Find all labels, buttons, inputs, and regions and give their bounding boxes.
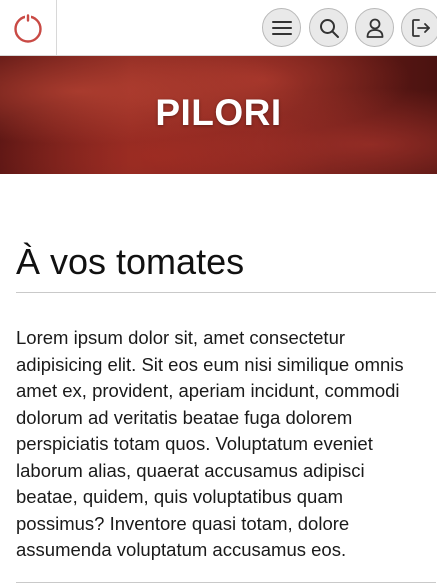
article-heading: À vos tomates — [16, 241, 245, 282]
logo[interactable] — [0, 0, 57, 56]
search-icon — [320, 19, 339, 38]
search-button[interactable] — [309, 8, 348, 47]
logout-icon — [412, 19, 430, 37]
logout-button[interactable] — [401, 8, 437, 47]
hero-title: PILORI — [155, 92, 282, 133]
menu-icon — [272, 21, 292, 35]
user-account-button[interactable] — [355, 8, 394, 47]
article-paragraph: Lorem ipsum dolor sit, amet consectetur … — [16, 327, 404, 560]
power-circle-icon — [14, 14, 42, 43]
menu-button[interactable] — [262, 8, 301, 47]
heading-divider — [16, 292, 436, 293]
user-icon — [366, 18, 384, 38]
hero-banner: PILORI — [0, 56, 437, 174]
top-navigation-bar — [0, 0, 437, 56]
